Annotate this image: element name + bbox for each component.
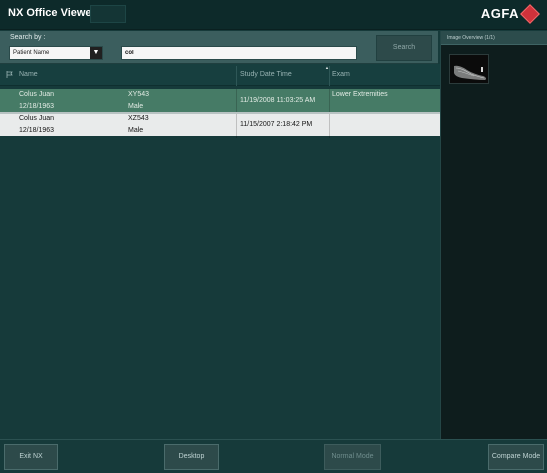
search-bar: Search by : Patient Name ▼ Search [0,31,438,64]
patient-sex: Male [128,127,144,134]
title-bar-strip [90,5,126,23]
exam-name: Lower Extremities [332,91,388,98]
foot-xray-thumbnail[interactable] [449,54,489,84]
title-bar: NX Office Viewer AGFA [0,0,547,30]
column-header-study-date[interactable]: Study Date Time [240,71,292,78]
row-divider [236,89,237,113]
compare-mode-button[interactable]: Compare Mode [488,444,544,470]
column-divider [329,66,330,86]
flag-icon[interactable] [6,71,13,80]
chevron-down-icon[interactable]: ▼ [90,47,102,59]
brand: AGFA [480,3,540,24]
column-divider [236,66,237,86]
patient-name: Colus Juan [19,91,55,98]
column-header-name[interactable]: Name [19,71,38,78]
study-datetime: 11/19/2008 11:03:25 AM [240,97,316,104]
search-by-label: Search by : [10,34,46,41]
study-list: Name Study Date Time ▲ Exam Colus Juan 1… [0,64,440,440]
study-datetime: 11/15/2007 2:18:42 PM [240,121,313,128]
search-input[interactable] [121,46,357,60]
patient-name: Colus Juan [19,115,55,122]
table-row[interactable]: Colus Juan 12/18/1963 XY543 Male 11/19/2… [0,89,440,113]
image-overview-header: Image Overview (1/1) [441,31,547,45]
search-by-select[interactable]: Patient Name ▼ [9,46,103,60]
agfa-diamond-logo-icon [520,3,540,24]
table-row[interactable]: Colus Juan 12/18/1963 XZ543 Male 11/15/2… [0,112,440,138]
patient-id: XY543 [128,91,150,98]
patient-birthdate: 12/18/1963 [19,103,55,110]
search-button[interactable]: Search [376,35,432,61]
patient-id: XZ543 [128,115,149,122]
exit-button[interactable]: Exit NX [4,444,58,470]
column-header-exam[interactable]: Exam [332,71,350,78]
image-overview-panel: Image Overview (1/1) [440,31,547,439]
normal-mode-button[interactable]: Normal Mode [324,444,381,470]
footer-bar: Exit NX Desktop Normal Mode Compare Mode [0,439,547,473]
brand-name: AGFA [480,6,519,21]
row-divider [329,89,330,113]
list-header: Name Study Date Time ▲ Exam [0,64,440,86]
row-divider [236,114,237,138]
app-title: NX Office Viewer [8,7,96,19]
row-divider [329,114,330,138]
desktop-button[interactable]: Desktop [164,444,219,470]
patient-sex: Male [128,103,144,110]
patient-birthdate: 12/18/1963 [19,127,55,134]
search-by-value: Patient Name [13,50,50,56]
